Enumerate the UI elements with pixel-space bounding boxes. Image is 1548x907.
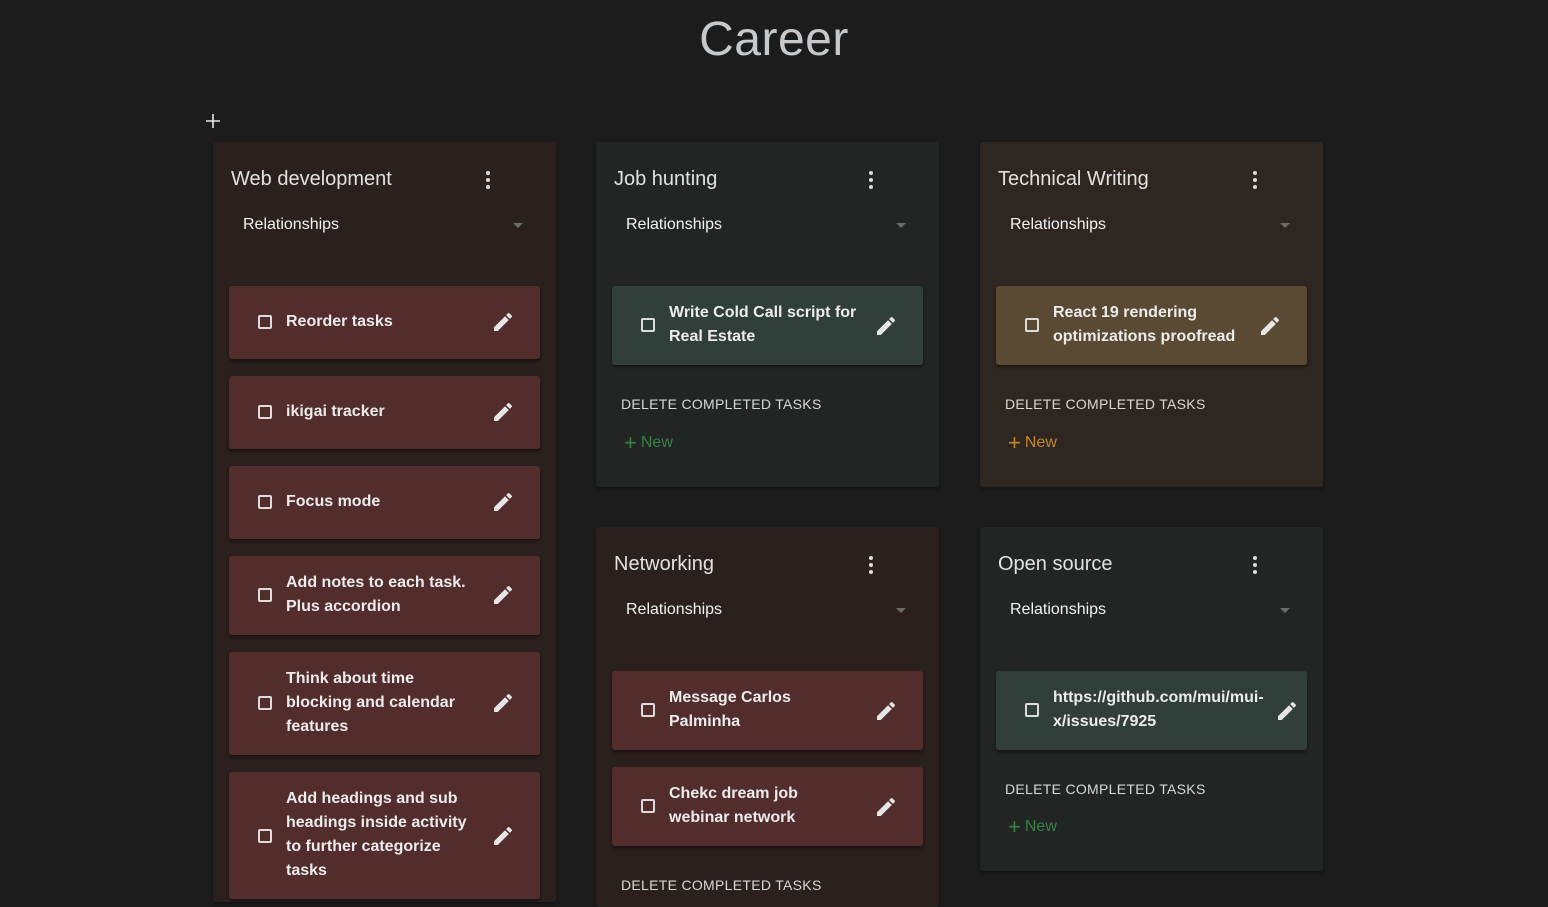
- plus-icon: +: [1008, 814, 1021, 839]
- delete-completed-button[interactable]: DELETE COMPLETED TASKS: [621, 877, 822, 893]
- pencil-icon[interactable]: [491, 583, 515, 607]
- chevron-down-icon: [1280, 608, 1290, 613]
- chevron-down-icon: [896, 223, 906, 228]
- checkbox-blank-icon[interactable]: [258, 829, 272, 843]
- list-panel-open-source: Open source Relationships https://github…: [980, 527, 1323, 871]
- new-task-label: New: [1024, 434, 1057, 451]
- relationship-select[interactable]: Relationships: [998, 208, 1290, 242]
- list-title: Technical Writing: [998, 168, 1149, 190]
- task-card[interactable]: React 19 rendering optimizations proofre…: [996, 286, 1307, 365]
- pencil-icon[interactable]: [1275, 699, 1299, 723]
- relationship-value: Relationships: [626, 216, 723, 233]
- task-title: https://github.com/mui/mui-x/issues/7925: [1053, 689, 1264, 730]
- chevron-down-icon: [1280, 223, 1290, 228]
- chevron-down-icon: [513, 223, 523, 228]
- task-title: Reorder tasks: [286, 313, 393, 330]
- plus-icon: +: [1008, 430, 1021, 455]
- list-title: Job hunting: [614, 168, 718, 190]
- checkbox-blank-icon[interactable]: [258, 495, 272, 509]
- checkbox-blank-icon[interactable]: [258, 405, 272, 419]
- delete-completed-button[interactable]: DELETE COMPLETED TASKS: [1005, 781, 1206, 797]
- new-task-button[interactable]: + New: [1008, 430, 1057, 455]
- delete-completed-button[interactable]: DELETE COMPLETED TASKS: [1005, 396, 1206, 412]
- relationship-select[interactable]: Relationships: [231, 208, 523, 242]
- new-task-button[interactable]: + New: [624, 430, 673, 455]
- relationship-select[interactable]: Relationships: [998, 593, 1290, 627]
- more-vert-icon[interactable]: [476, 168, 500, 192]
- relationship-value: Relationships: [626, 601, 723, 618]
- new-task-label: New: [1024, 818, 1057, 835]
- relationship-select[interactable]: Relationships: [614, 208, 906, 242]
- checkbox-blank-icon[interactable]: [258, 315, 272, 329]
- list-panel-networking: Networking Relationships Message Carlos …: [596, 527, 939, 907]
- task-card[interactable]: Add headings and sub headings inside act…: [229, 772, 540, 899]
- checkbox-blank-icon[interactable]: [641, 318, 655, 332]
- chevron-down-icon: [896, 608, 906, 613]
- pencil-icon[interactable]: [491, 824, 515, 848]
- pencil-icon[interactable]: [874, 699, 898, 723]
- new-task-button[interactable]: + New: [1008, 814, 1057, 839]
- task-card[interactable]: Add notes to each task. Plus accordion: [229, 556, 540, 635]
- checkbox-blank-icon[interactable]: [1025, 703, 1039, 717]
- more-vert-icon[interactable]: [859, 553, 883, 577]
- task-title: Add headings and sub headings inside act…: [286, 790, 467, 879]
- more-vert-icon[interactable]: [1243, 553, 1267, 577]
- delete-completed-button[interactable]: DELETE COMPLETED TASKS: [621, 396, 822, 412]
- pencil-icon[interactable]: [491, 691, 515, 715]
- task-card[interactable]: Message Carlos Palminha: [612, 671, 923, 750]
- more-vert-icon[interactable]: [859, 168, 883, 192]
- pencil-icon[interactable]: [491, 490, 515, 514]
- pencil-icon[interactable]: [1258, 314, 1282, 338]
- task-title: Message Carlos Palminha: [669, 689, 791, 730]
- task-card[interactable]: Think about time blocking and calendar f…: [229, 652, 540, 755]
- list-panel-technical-writing: Technical Writing Relationships React 19…: [980, 142, 1323, 487]
- task-title: Think about time blocking and calendar f…: [286, 670, 455, 735]
- list-title: Open source: [998, 553, 1113, 575]
- pencil-icon[interactable]: [491, 310, 515, 334]
- list-panel-job-hunting: Job hunting Relationships Write Cold Cal…: [596, 142, 939, 487]
- list-panel-web-development: Web development Relationships Reorder ta…: [213, 142, 556, 902]
- task-title: Add notes to each task. Plus accordion: [286, 574, 466, 615]
- task-title: Focus mode: [286, 493, 381, 510]
- relationship-value: Relationships: [1010, 601, 1107, 618]
- more-vert-icon[interactable]: [1243, 168, 1267, 192]
- task-card[interactable]: https://github.com/mui/mui-x/issues/7925: [996, 671, 1307, 750]
- relationship-select[interactable]: Relationships: [614, 593, 906, 627]
- task-card[interactable]: Chekc dream job webinar network: [612, 767, 923, 846]
- relationship-value: Relationships: [1010, 216, 1107, 233]
- add-list-button[interactable]: [202, 110, 224, 132]
- task-card[interactable]: Focus mode: [229, 466, 540, 539]
- list-title: Web development: [231, 168, 392, 190]
- task-title: Write Cold Call script for Real Estate: [669, 304, 857, 345]
- plus-icon: [206, 114, 220, 128]
- checkbox-blank-icon[interactable]: [258, 696, 272, 710]
- checkbox-blank-icon[interactable]: [641, 799, 655, 813]
- pencil-icon[interactable]: [874, 795, 898, 819]
- task-card[interactable]: Reorder tasks: [229, 286, 540, 359]
- checkbox-blank-icon[interactable]: [641, 703, 655, 717]
- checkbox-blank-icon[interactable]: [258, 588, 272, 602]
- pencil-icon[interactable]: [874, 314, 898, 338]
- relationship-value: Relationships: [243, 216, 340, 233]
- task-card[interactable]: Write Cold Call script for Real Estate: [612, 286, 923, 365]
- list-title: Networking: [614, 553, 715, 575]
- plus-icon: +: [624, 430, 637, 455]
- page-title: Career: [699, 13, 849, 66]
- new-task-label: New: [640, 434, 673, 451]
- task-title: React 19 rendering optimizations proofre…: [1053, 304, 1236, 345]
- task-title: ikigai tracker: [286, 403, 385, 420]
- task-title: Chekc dream job webinar network: [669, 785, 798, 826]
- task-card[interactable]: ikigai tracker: [229, 376, 540, 449]
- pencil-icon[interactable]: [491, 400, 515, 424]
- checkbox-blank-icon[interactable]: [1025, 318, 1039, 332]
